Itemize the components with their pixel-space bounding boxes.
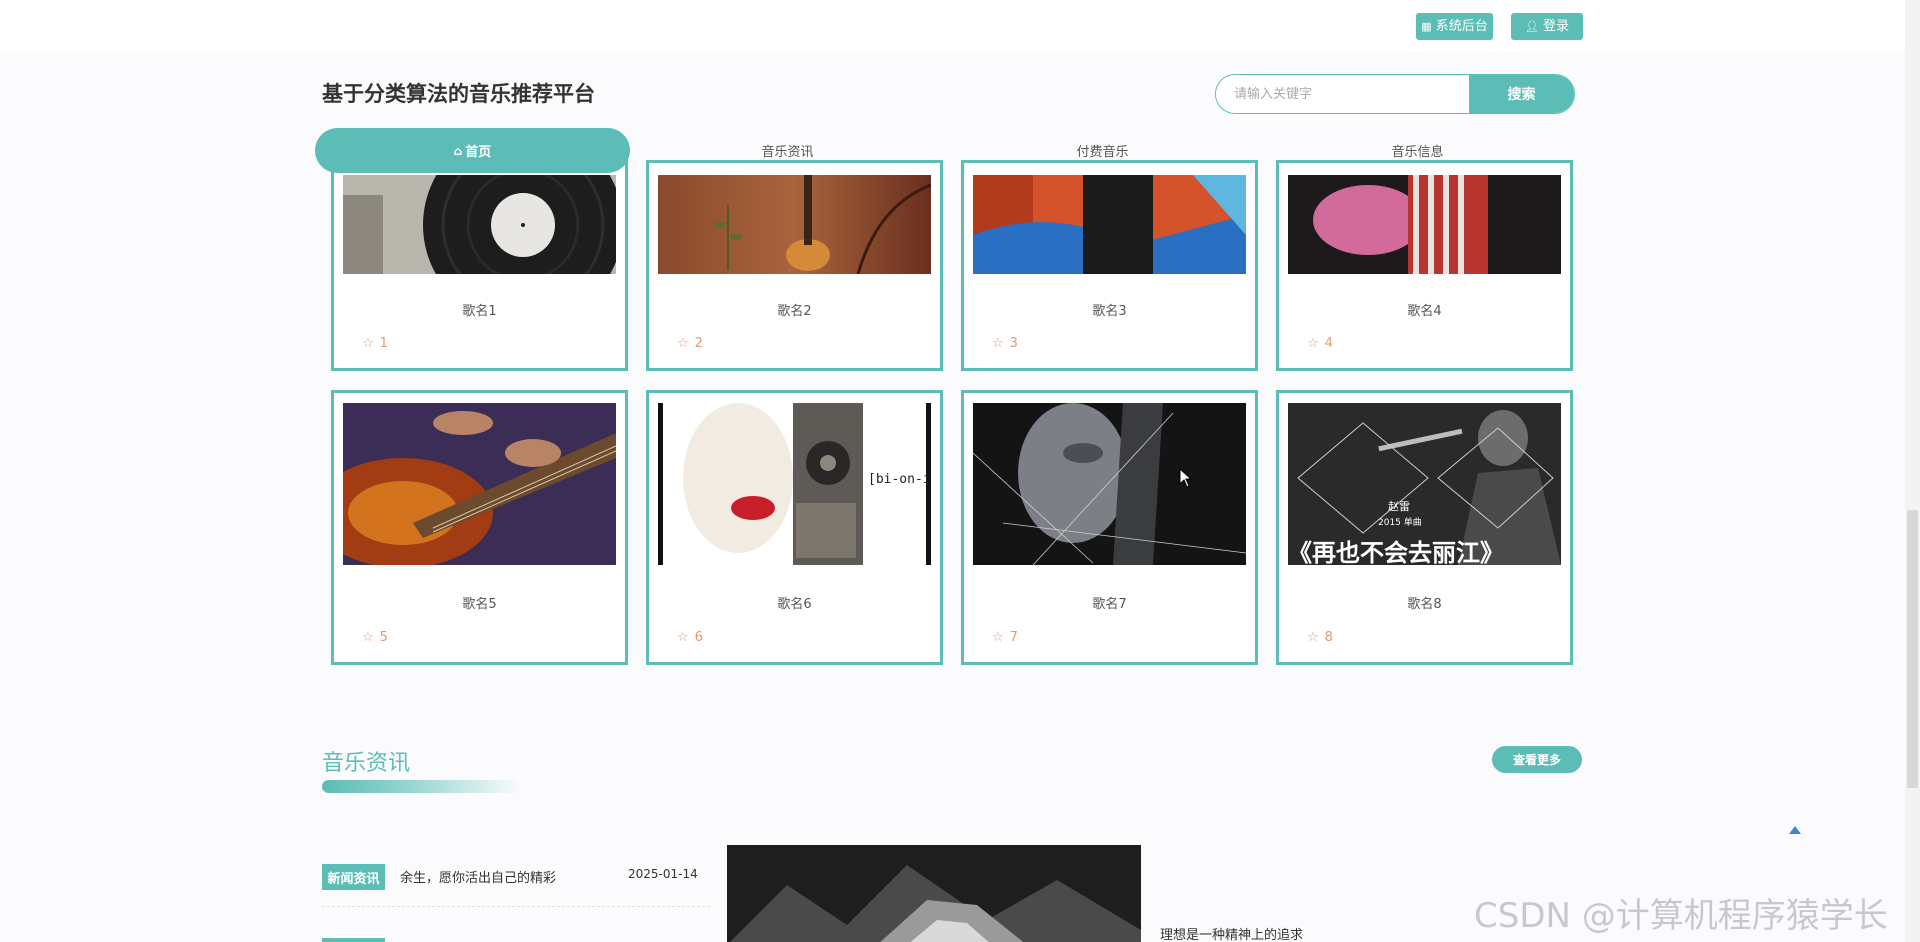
song-card[interactable]: 歌名1 ☆ 1	[331, 160, 628, 371]
song-cover-image	[343, 175, 616, 274]
main-nav: ⌂ 首页 音乐资讯 付费音乐 音乐信息	[315, 128, 1575, 173]
nav-item-label: 付费音乐	[1076, 145, 1129, 160]
news-quote: 理想是一种精神上的追求	[1160, 928, 1304, 942]
star-outline-icon: ☆	[1307, 630, 1319, 645]
user-icon: 👤︎	[1525, 20, 1539, 33]
news-divider	[322, 906, 710, 907]
scrollbar[interactable]	[1905, 0, 1920, 942]
news-tag: 新闻资讯	[322, 864, 385, 890]
song-rating: ☆ 6	[677, 630, 703, 645]
song-cover-image: [bi-on-ic]	[658, 403, 931, 565]
news-featured-image[interactable]	[727, 845, 1141, 942]
nav-item-paid-music[interactable]: 付费音乐	[945, 128, 1260, 173]
nav-item-music-info[interactable]: 音乐信息	[1260, 128, 1575, 173]
star-outline-icon: ☆	[992, 336, 1004, 351]
song-name: 歌名4	[1407, 304, 1442, 319]
song-cover-text: 赵雷	[1388, 499, 1410, 513]
mouse-cursor-icon	[1179, 468, 1193, 488]
song-name: 歌名3	[1092, 304, 1127, 319]
nav-item-home[interactable]: ⌂ 首页	[315, 128, 630, 173]
song-name: 歌名7	[1092, 597, 1127, 612]
news-date: 2025-01-14	[628, 867, 698, 881]
star-outline-icon: ☆	[1307, 336, 1319, 351]
song-cover-image: 赵雷 2015 单曲 《再也不会去丽江》	[1288, 403, 1561, 565]
song-cover-image	[1288, 175, 1561, 274]
song-rating: ☆ 3	[992, 336, 1018, 351]
admin-label: 系统后台	[1435, 19, 1488, 34]
song-rating: ☆ 4	[1307, 336, 1333, 351]
grid-icon: ▦	[1421, 20, 1432, 33]
song-cover-image	[658, 175, 931, 274]
song-rating: ☆ 8	[1307, 630, 1333, 645]
nav-item-label: 音乐资讯	[761, 145, 814, 160]
news-tag	[322, 938, 385, 942]
star-outline-icon: ☆	[362, 630, 374, 645]
arrow-up-icon[interactable]	[1789, 826, 1801, 834]
admin-button[interactable]: ▦ 系统后台	[1416, 13, 1493, 40]
view-more-button[interactable]: 查看更多	[1492, 746, 1582, 773]
scrollbar-thumb[interactable]	[1907, 510, 1918, 788]
login-label: 登录	[1542, 19, 1569, 34]
search-box: 搜索	[1215, 74, 1575, 114]
song-cover-image	[973, 175, 1246, 274]
search-input[interactable]	[1216, 75, 1469, 113]
song-rating: ☆ 1	[362, 336, 388, 351]
search-button[interactable]: 搜索	[1469, 75, 1574, 113]
song-cover-text: 2015 单曲	[1378, 516, 1422, 528]
song-name: 歌名5	[462, 597, 497, 612]
star-outline-icon: ☆	[362, 336, 374, 351]
star-outline-icon: ☆	[992, 630, 1004, 645]
star-outline-icon: ☆	[677, 336, 689, 351]
song-rating: ☆ 5	[362, 630, 388, 645]
song-cover-text: 《再也不会去丽江》	[1288, 539, 1504, 565]
song-card[interactable]: 歌名5 ☆ 5	[331, 390, 628, 665]
home-icon: ⌂	[453, 143, 463, 158]
watermark: CSDN @计算机程序猿学长	[1474, 896, 1888, 936]
song-card[interactable]: 赵雷 2015 单曲 《再也不会去丽江》 歌名8 ☆ 8	[1276, 390, 1573, 665]
site-title: 基于分类算法的音乐推荐平台	[322, 82, 595, 106]
song-cover-image	[973, 403, 1246, 565]
nav-item-label: 首页	[465, 145, 492, 160]
nav-item-music-news[interactable]: 音乐资讯	[630, 128, 945, 173]
news-section-title: 音乐资讯	[322, 751, 411, 776]
nav-item-label: 音乐信息	[1391, 145, 1444, 160]
song-rating: ☆ 7	[992, 630, 1018, 645]
song-name: 歌名6	[777, 597, 812, 612]
song-name: 歌名1	[462, 304, 497, 319]
song-card[interactable]: 歌名2 ☆ 2	[646, 160, 943, 371]
top-bar: ▦ 系统后台 👤︎ 登录	[0, 0, 1920, 52]
song-name: 歌名8	[1407, 597, 1442, 612]
song-cover-image	[343, 403, 616, 565]
star-outline-icon: ☆	[677, 630, 689, 645]
song-card[interactable]: [bi-on-ic] 歌名6 ☆ 6	[646, 390, 943, 665]
song-cover-text: [bi-on-ic]	[868, 472, 931, 487]
login-button[interactable]: 👤︎ 登录	[1511, 13, 1583, 40]
song-card[interactable]: 歌名3 ☆ 3	[961, 160, 1258, 371]
song-card[interactable]: 歌名7 ☆ 7	[961, 390, 1258, 665]
news-title-link[interactable]: 余生，愿你活出自己的精彩	[400, 867, 556, 886]
song-card[interactable]: 歌名4 ☆ 4	[1276, 160, 1573, 371]
song-rating: ☆ 2	[677, 336, 703, 351]
song-name: 歌名2	[777, 304, 812, 319]
section-title-underline	[322, 780, 522, 793]
